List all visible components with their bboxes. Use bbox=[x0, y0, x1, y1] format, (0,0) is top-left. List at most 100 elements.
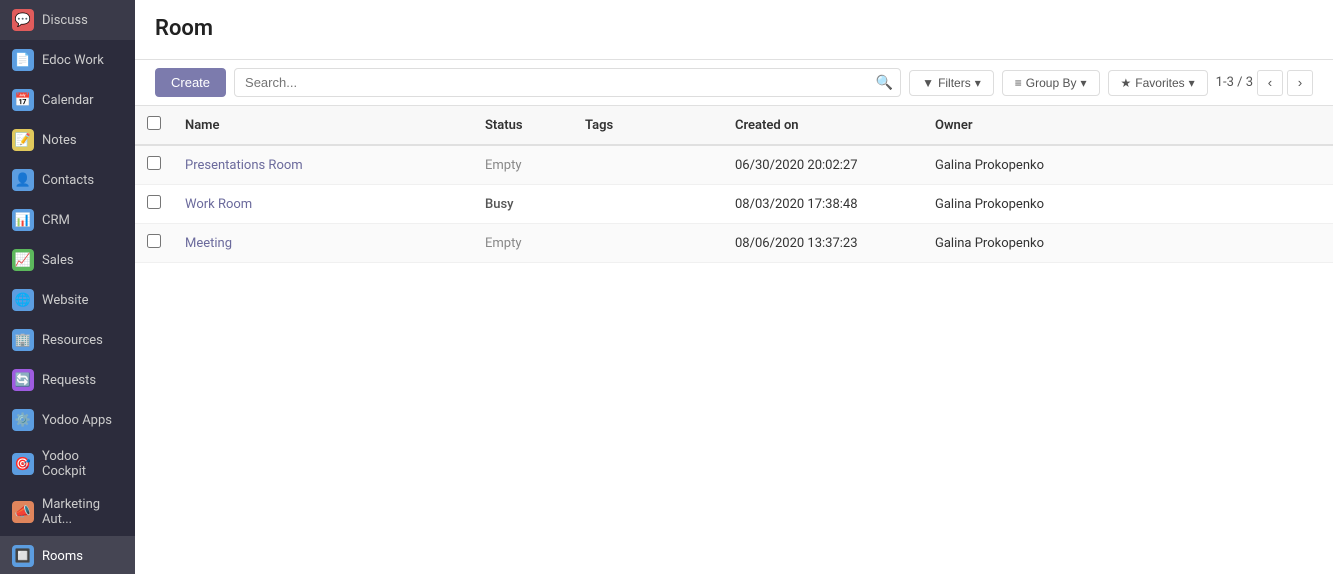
row-checkbox-cell bbox=[135, 185, 173, 224]
sidebar-icon-yodoo-apps: ⚙️ bbox=[12, 409, 34, 431]
main-content: Room Create 🔍 ▼ Filters ▾ ≡ Group By ▾ ★… bbox=[135, 0, 1333, 574]
pagination: 1-3 / 3 ‹ › bbox=[1216, 70, 1313, 96]
create-button[interactable]: Create bbox=[155, 68, 226, 97]
sidebar-label-discuss: Discuss bbox=[42, 13, 88, 28]
sidebar-icon-notes: 📝 bbox=[12, 129, 34, 151]
pagination-prev-button[interactable]: ‹ bbox=[1257, 70, 1283, 96]
table-body: Presentations Room Empty 06/30/2020 20:0… bbox=[135, 145, 1333, 263]
sidebar-icon-discuss: 💬 bbox=[12, 9, 34, 31]
sidebar-item-calendar[interactable]: 📅 Calendar bbox=[0, 80, 135, 120]
row-owner: Galina Prokopenko bbox=[923, 224, 1333, 263]
sidebar-icon-resources: 🏢 bbox=[12, 329, 34, 351]
filters-button[interactable]: ▼ Filters ▾ bbox=[909, 70, 994, 96]
select-all-checkbox[interactable] bbox=[147, 116, 161, 130]
sidebar-label-yodoo-apps: Yodoo Apps bbox=[42, 413, 112, 428]
sidebar-icon-website: 🌐 bbox=[12, 289, 34, 311]
col-header-tags: Tags bbox=[573, 106, 723, 145]
room-name-link[interactable]: Presentations Room bbox=[185, 158, 303, 173]
sidebar-label-crm: CRM bbox=[42, 213, 70, 228]
row-tags bbox=[573, 224, 723, 263]
search-bar: 🔍 bbox=[234, 68, 901, 97]
row-status: Empty bbox=[473, 224, 573, 263]
sidebar-icon-yodoo-cockpit: 🎯 bbox=[12, 453, 34, 475]
row-checkbox-cell bbox=[135, 145, 173, 185]
rooms-table: Name Status Tags Created on Owner Presen… bbox=[135, 106, 1333, 263]
row-checkbox-1[interactable] bbox=[147, 195, 161, 209]
col-header-created: Created on bbox=[723, 106, 923, 145]
row-created-on: 06/30/2020 20:02:27 bbox=[723, 145, 923, 185]
sidebar-label-resources: Resources bbox=[42, 333, 103, 348]
star-icon: ★ bbox=[1121, 76, 1132, 90]
sidebar-icon-crm: 📊 bbox=[12, 209, 34, 231]
sidebar-label-website: Website bbox=[42, 293, 89, 308]
sidebar-label-edoc-work: Edoc Work bbox=[42, 53, 104, 68]
col-select-all bbox=[135, 106, 173, 145]
row-status: Empty bbox=[473, 145, 573, 185]
row-owner: Galina Prokopenko bbox=[923, 145, 1333, 185]
page-title: Room bbox=[155, 16, 1313, 41]
sidebar-item-edoc-work[interactable]: 📄 Edoc Work bbox=[0, 40, 135, 80]
room-name-link[interactable]: Meeting bbox=[185, 236, 232, 251]
sidebar-label-sales: Sales bbox=[42, 253, 74, 268]
sidebar-item-requests[interactable]: 🔄 Requests bbox=[0, 360, 135, 400]
row-name: Meeting bbox=[173, 224, 473, 263]
row-tags bbox=[573, 145, 723, 185]
sidebar-item-rooms[interactable]: 🔲 Rooms bbox=[0, 536, 135, 574]
search-input[interactable] bbox=[234, 68, 901, 97]
sidebar-label-marketing-aut: Marketing Aut... bbox=[42, 497, 123, 527]
pagination-next-button[interactable]: › bbox=[1287, 70, 1313, 96]
row-checkbox-2[interactable] bbox=[147, 234, 161, 248]
col-header-name: Name bbox=[173, 106, 473, 145]
sidebar-item-crm[interactable]: 📊 CRM bbox=[0, 200, 135, 240]
groupby-chevron-icon: ▾ bbox=[1080, 76, 1086, 90]
sidebar-item-discuss[interactable]: 💬 Discuss bbox=[0, 0, 135, 40]
row-checkbox-cell bbox=[135, 224, 173, 263]
sidebar-item-notes[interactable]: 📝 Notes bbox=[0, 120, 135, 160]
sidebar-label-calendar: Calendar bbox=[42, 93, 94, 108]
pagination-text: 1-3 / 3 bbox=[1216, 75, 1253, 90]
sidebar-icon-marketing-aut: 📣 bbox=[12, 501, 34, 523]
row-tags bbox=[573, 185, 723, 224]
sidebar-item-contacts[interactable]: 👤 Contacts bbox=[0, 160, 135, 200]
table-row: Presentations Room Empty 06/30/2020 20:0… bbox=[135, 145, 1333, 185]
sidebar-item-marketing-aut[interactable]: 📣 Marketing Aut... bbox=[0, 488, 135, 536]
table-container: Name Status Tags Created on Owner Presen… bbox=[135, 106, 1333, 574]
sidebar-label-notes: Notes bbox=[42, 133, 77, 148]
row-created-on: 08/03/2020 17:38:48 bbox=[723, 185, 923, 224]
sidebar-item-sales[interactable]: 📈 Sales bbox=[0, 240, 135, 280]
sidebar-icon-sales: 📈 bbox=[12, 249, 34, 271]
sidebar-label-rooms: Rooms bbox=[42, 549, 83, 564]
col-header-owner: Owner bbox=[923, 106, 1333, 145]
table-row: Meeting Empty 08/06/2020 13:37:23 Galina… bbox=[135, 224, 1333, 263]
sidebar-label-requests: Requests bbox=[42, 373, 96, 388]
room-name-link[interactable]: Work Room bbox=[185, 197, 252, 212]
row-status: Busy bbox=[473, 185, 573, 224]
favorites-chevron-icon: ▾ bbox=[1189, 76, 1195, 90]
group-by-button[interactable]: ≡ Group By ▾ bbox=[1002, 70, 1100, 96]
filters-chevron-icon: ▾ bbox=[975, 76, 981, 90]
sidebar-label-contacts: Contacts bbox=[42, 173, 94, 188]
row-name: Work Room bbox=[173, 185, 473, 224]
row-checkbox-0[interactable] bbox=[147, 156, 161, 170]
page-header: Room bbox=[135, 0, 1333, 60]
filter-icon: ▼ bbox=[922, 76, 934, 90]
row-created-on: 08/06/2020 13:37:23 bbox=[723, 224, 923, 263]
row-owner: Galina Prokopenko bbox=[923, 185, 1333, 224]
favorites-button[interactable]: ★ Favorites ▾ bbox=[1108, 70, 1208, 96]
sidebar-item-website[interactable]: 🌐 Website bbox=[0, 280, 135, 320]
sidebar-item-yodoo-apps[interactable]: ⚙️ Yodoo Apps bbox=[0, 400, 135, 440]
sidebar-icon-calendar: 📅 bbox=[12, 89, 34, 111]
sidebar-item-resources[interactable]: 🏢 Resources bbox=[0, 320, 135, 360]
sidebar-icon-rooms: 🔲 bbox=[12, 545, 34, 567]
search-icon: 🔍 bbox=[876, 75, 893, 91]
sidebar-item-yodoo-cockpit[interactable]: 🎯 Yodoo Cockpit bbox=[0, 440, 135, 488]
table-header: Name Status Tags Created on Owner bbox=[135, 106, 1333, 145]
sidebar-icon-requests: 🔄 bbox=[12, 369, 34, 391]
col-header-status: Status bbox=[473, 106, 573, 145]
sidebar-label-yodoo-cockpit: Yodoo Cockpit bbox=[42, 449, 123, 479]
sidebar: 💬 Discuss 📄 Edoc Work 📅 Calendar 📝 Notes… bbox=[0, 0, 135, 574]
sidebar-icon-contacts: 👤 bbox=[12, 169, 34, 191]
row-name: Presentations Room bbox=[173, 145, 473, 185]
groupby-icon: ≡ bbox=[1015, 76, 1022, 90]
sidebar-icon-edoc-work: 📄 bbox=[12, 49, 34, 71]
